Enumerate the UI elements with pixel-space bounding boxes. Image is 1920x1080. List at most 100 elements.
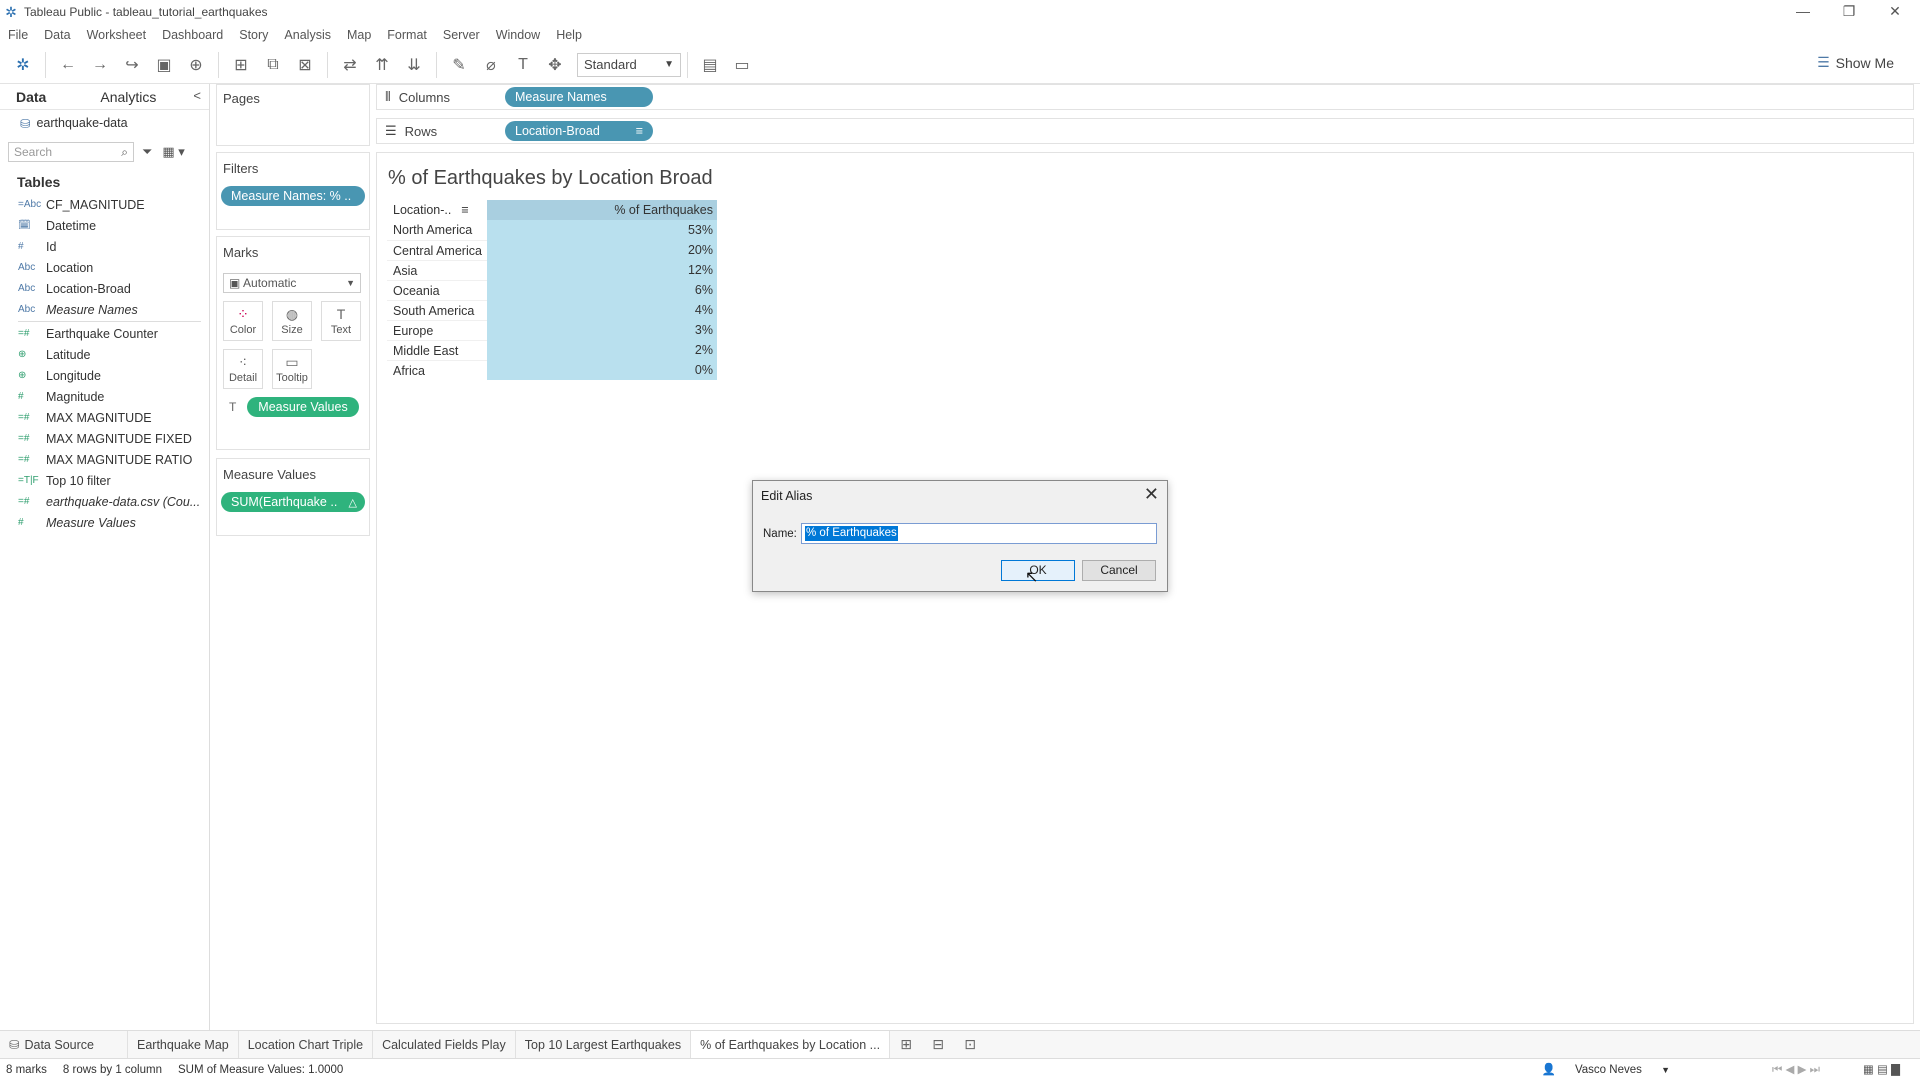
menu-format[interactable]: Format xyxy=(387,28,427,42)
new-worksheet-icon[interactable]: ⊞ xyxy=(893,1032,919,1058)
text-button[interactable]: T Text xyxy=(321,301,361,341)
field-measure-values[interactable]: # Measure Values xyxy=(0,512,209,533)
field-label: MAX MAGNITUDE FIXED xyxy=(46,431,192,446)
menu-help[interactable]: Help xyxy=(556,28,582,42)
close-window-button[interactable]: ✕ xyxy=(1872,0,1918,24)
tab-analytics[interactable]: Analytics xyxy=(84,89,172,105)
field-datetime[interactable]: 🗓 Datetime xyxy=(0,215,209,236)
menu-file[interactable]: File xyxy=(8,28,28,42)
field-location[interactable]: Abc Location xyxy=(0,257,209,278)
tab-data-source[interactable]: ⛁ Data Source xyxy=(0,1030,128,1059)
field-max-magnitude[interactable]: =# MAX MAGNITUDE xyxy=(0,407,209,428)
field-max-magnitude-fixed[interactable]: =# MAX MAGNITUDE FIXED xyxy=(0,428,209,449)
replay-icon[interactable]: ↪ xyxy=(119,52,145,78)
field-id[interactable]: # Id xyxy=(0,236,209,257)
tab-percent-earthquakes[interactable]: % of Earthquakes by Location ... xyxy=(691,1030,891,1059)
color-button[interactable]: ⁘ Color xyxy=(223,301,263,341)
tab-top-10-largest[interactable]: Top 10 Largest Earthquakes xyxy=(516,1030,692,1059)
field-magnitude[interactable]: # Magnitude xyxy=(0,386,209,407)
new-story-icon[interactable]: ⊡ xyxy=(957,1032,983,1058)
measure-values-pill[interactable]: SUM(Earthquake .. △ xyxy=(221,492,365,512)
menu-worksheet[interactable]: Worksheet xyxy=(87,28,147,42)
name-label: Name: xyxy=(763,528,797,540)
measure-values-pill-label: SUM(Earthquake .. xyxy=(231,495,338,509)
marks-pill-measure-values[interactable]: Measure Values xyxy=(247,397,359,417)
pin-icon[interactable]: ✥ xyxy=(542,52,568,78)
redo-icon[interactable]: → xyxy=(87,52,113,78)
field-cf-magnitude[interactable]: =Abc CF_MAGNITUDE xyxy=(0,194,209,215)
sheet-view-toggle-icon[interactable]: ▦ ▤ ▇ xyxy=(1863,1062,1900,1076)
filter-pill-measure-names[interactable]: Measure Names: % .. xyxy=(221,186,365,206)
menu-dashboard[interactable]: Dashboard xyxy=(162,28,223,42)
tab-calculated-fields-play[interactable]: Calculated Fields Play xyxy=(373,1030,516,1059)
label-icon[interactable]: T xyxy=(510,52,536,78)
table-row[interactable]: Oceania 6% xyxy=(387,280,717,300)
field-max-magnitude-ratio[interactable]: =# MAX MAGNITUDE RATIO xyxy=(0,449,209,470)
datasource-item[interactable]: ⛁ earthquake-data xyxy=(0,110,209,136)
tab-data[interactable]: Data xyxy=(0,89,62,105)
menu-window[interactable]: Window xyxy=(496,28,540,42)
table-row[interactable]: Central America 20% xyxy=(387,240,717,260)
field-top-10-filter[interactable]: =T|F Top 10 filter xyxy=(0,470,209,491)
table-row[interactable]: South America 4% xyxy=(387,300,717,320)
filter-icon[interactable]: ⏷ xyxy=(142,144,152,160)
user-menu[interactable]: 👤 Vasco Neves ▼ xyxy=(1535,1062,1680,1076)
detail-button[interactable]: ⁖ Detail xyxy=(223,349,263,389)
table-row[interactable]: Middle East 2% xyxy=(387,340,717,360)
tab-location-chart-triple[interactable]: Location Chart Triple xyxy=(239,1030,374,1059)
presentation-icon[interactable]: ▭ xyxy=(729,52,755,78)
sheet-nav-icon[interactable]: ⏮ ◀ ▶ ⏭ xyxy=(1772,1062,1820,1077)
tableau-home-icon[interactable]: ✲ xyxy=(10,52,36,78)
chevron-down-icon: ▼ xyxy=(664,59,674,70)
menu-map[interactable]: Map xyxy=(347,28,371,42)
group-icon[interactable]: ⌀ xyxy=(478,52,504,78)
new-dashboard-icon[interactable]: ⊟ xyxy=(925,1032,951,1058)
duplicate-sheet-icon[interactable]: ⧉ xyxy=(260,52,286,78)
menu-server[interactable]: Server xyxy=(443,28,480,42)
field-earthquake-counter[interactable]: =# Earthquake Counter xyxy=(0,323,209,344)
number-type-icon: =# xyxy=(18,454,30,465)
show-me-button[interactable]: ☰ Show Me xyxy=(1817,54,1894,71)
search-input[interactable]: Search ⌕ xyxy=(8,142,134,162)
cancel-button[interactable]: Cancel xyxy=(1082,560,1156,581)
columns-pill-measure-names[interactable]: Measure Names xyxy=(505,87,653,107)
column-header-label[interactable]: % of Earthquakes xyxy=(487,200,717,220)
field-measure-names[interactable]: Abc Measure Names xyxy=(0,299,209,320)
sort-icon[interactable]: ≡ xyxy=(461,203,468,217)
table-row[interactable]: Africa 0% xyxy=(387,360,717,380)
table-row[interactable]: Europe 3% xyxy=(387,320,717,340)
sort-descending-icon[interactable]: ⇊ xyxy=(401,52,427,78)
tab-earthquake-map[interactable]: Earthquake Map xyxy=(128,1030,239,1059)
sort-ascending-icon[interactable]: ⇈ xyxy=(369,52,395,78)
undo-icon[interactable]: ← xyxy=(55,52,81,78)
collapse-pane-icon[interactable]: < xyxy=(193,88,201,103)
rows-pill-location-broad[interactable]: Location-Broad ≡ xyxy=(505,121,653,141)
minimize-button[interactable]: — xyxy=(1780,0,1826,24)
show-cards-icon[interactable]: ▤ xyxy=(697,52,723,78)
table-row[interactable]: North America 53% xyxy=(387,220,717,240)
swap-icon[interactable]: ⇄ xyxy=(337,52,363,78)
field-latitude[interactable]: ⊕ Latitude xyxy=(0,344,209,365)
mark-type-dropdown[interactable]: ▣ Automatic ▼ xyxy=(223,273,361,293)
add-datasource-icon[interactable]: ⊕ xyxy=(183,52,209,78)
field-location-broad[interactable]: Abc Location-Broad xyxy=(0,278,209,299)
size-button[interactable]: ◍ Size xyxy=(272,301,312,341)
menu-data[interactable]: Data xyxy=(44,28,70,42)
highlight-icon[interactable]: ✎ xyxy=(446,52,472,78)
globe-icon: ⊕ xyxy=(18,349,27,360)
menu-story[interactable]: Story xyxy=(239,28,268,42)
save-icon[interactable]: ▣ xyxy=(151,52,177,78)
view-options-icon[interactable]: ▦ ▾ xyxy=(162,144,184,160)
fit-dropdown[interactable]: Standard ▼ xyxy=(577,52,681,77)
field-longitude[interactable]: ⊕ Longitude xyxy=(0,365,209,386)
clear-sheet-icon[interactable]: ⊠ xyxy=(292,52,318,78)
tooltip-button[interactable]: ▭ Tooltip xyxy=(272,349,312,389)
close-icon[interactable]: ✕ xyxy=(1144,484,1159,505)
menu-analysis[interactable]: Analysis xyxy=(284,28,331,42)
maximize-button[interactable]: ❐ xyxy=(1826,0,1872,24)
text-label: Text xyxy=(330,324,352,336)
field-earthquake-data-csv-cou[interactable]: =# earthquake-data.csv (Cou... xyxy=(0,491,209,512)
new-sheet-icon[interactable]: ⊞ xyxy=(228,52,254,78)
table-row[interactable]: Asia 12% xyxy=(387,260,717,280)
row-header-label[interactable]: Location-.. ≡ xyxy=(387,200,487,220)
